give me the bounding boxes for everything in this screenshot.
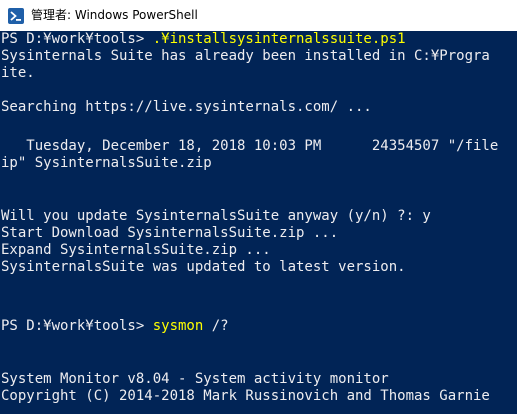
prompt-text: PS D:¥work¥tools> — [1, 318, 153, 334]
prompt-text: PS D:¥work¥tools> — [1, 31, 153, 47]
command-text: .¥installsysinternalssuite.ps1 — [152, 31, 406, 47]
console-line-prompt-2: PS D:¥work¥tools> sysmon /? — [1, 318, 229, 335]
console-line: Sysinternals Suite has already been inst… — [1, 48, 490, 64]
console-line: Expand SysinternalsSuite.zip ... — [1, 242, 271, 258]
console-line: ite. — [1, 65, 35, 81]
powershell-icon — [8, 8, 24, 24]
command-args: /? — [203, 318, 229, 334]
command-text: sysmon — [152, 318, 204, 334]
powershell-window: 管理者: Windows PowerShell PS D:¥work¥tools… — [0, 0, 517, 414]
console-line: Will you update SysinternalsSuite anyway… — [1, 208, 431, 224]
console-line: Searching https://live.sysinternals.com/… — [1, 99, 372, 115]
console-output[interactable]: PS D:¥work¥tools> .¥installsysinternalss… — [0, 31, 517, 414]
console-line: ip" SysinternalsSuite.zip — [1, 155, 212, 171]
console-line-prompt-1: PS D:¥work¥tools> .¥installsysinternalss… — [1, 31, 406, 48]
window-title: 管理者: Windows PowerShell — [31, 8, 198, 22]
title-bar[interactable]: 管理者: Windows PowerShell — [0, 0, 517, 31]
console-line: Copyright (C) 2014-2018 Mark Russinovich… — [1, 388, 490, 404]
console-line: System Monitor v8.04 - System activity m… — [1, 371, 389, 387]
console-line: SysinternalsSuite was updated to latest … — [1, 259, 406, 275]
console-line: Tuesday, December 18, 2018 10:03 PM 2435… — [1, 138, 499, 154]
console-line: Start Download SysinternalsSuite.zip ... — [1, 225, 339, 241]
